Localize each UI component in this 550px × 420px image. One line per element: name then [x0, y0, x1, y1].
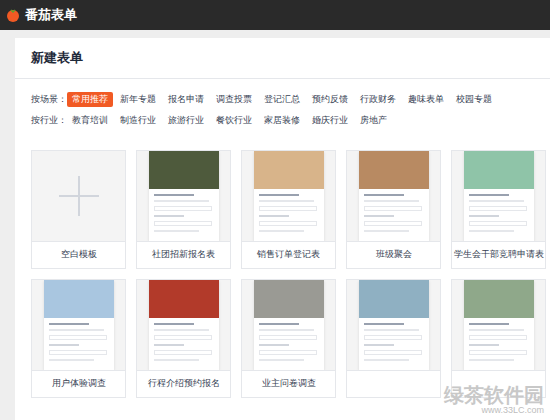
template-label: 班级聚会	[347, 241, 440, 268]
template-row: 用户体验调查行程介绍预约报名业主问卷调查	[31, 279, 550, 398]
tomato-logo-icon	[6, 8, 20, 22]
filter-tab[interactable]: 旅游行业	[163, 113, 209, 129]
template-label: 销售订单登记表	[242, 241, 335, 268]
template-card[interactable]	[346, 279, 441, 398]
template-label: 学生会干部竞聘申请表	[452, 241, 545, 268]
filter-tab[interactable]: 趣味表单	[403, 92, 449, 108]
filter-tab[interactable]: 行政财务	[355, 92, 401, 108]
industry-filter: 按行业：教育培训制造行业旅游行业餐饮行业家居装修婚庆行业房地产	[31, 112, 534, 130]
template-row: 空白模板社团招新报名表销售订单登记表班级聚会学生会干部竞聘申请表	[31, 150, 550, 269]
filter-tab[interactable]: 新年专题	[115, 92, 161, 108]
page-title: 新建表单	[15, 38, 550, 79]
filter-tab[interactable]: 预约反馈	[307, 92, 353, 108]
template-label: 业主问卷调查	[242, 370, 335, 397]
watermark: 绿茶软件园www.33LC.com	[444, 385, 544, 416]
template-label: 用户体验调查	[32, 370, 125, 397]
template-preview	[137, 280, 230, 370]
template-label: 空白模板	[32, 241, 125, 268]
filter-label: 按场景：	[31, 93, 67, 107]
filter-tab[interactable]: 制造行业	[115, 113, 161, 129]
filter-tab[interactable]: 教育培训	[67, 113, 113, 129]
template-preview	[242, 280, 335, 370]
filter-tab[interactable]: 房地产	[355, 113, 392, 129]
template-preview	[137, 151, 230, 241]
template-card[interactable]: 销售订单登记表	[241, 150, 336, 269]
top-bar: 番茄表单	[0, 0, 550, 30]
filter-tab[interactable]: 婚庆行业	[307, 113, 353, 129]
filter-tab[interactable]: 调查投票	[211, 92, 257, 108]
template-label	[347, 370, 440, 397]
template-preview	[32, 280, 125, 370]
filter-label: 按行业：	[31, 114, 67, 128]
template-card[interactable]: 行程介绍预约报名	[136, 279, 231, 398]
template-label: 社团招新报名表	[137, 241, 230, 268]
scene-filter: 按场景：常用推荐新年专题报名申请调查投票登记汇总预约反馈行政财务趣味表单校园专题	[31, 91, 534, 109]
plus-icon	[59, 176, 99, 216]
template-card[interactable]: 空白模板	[31, 150, 126, 269]
template-preview	[452, 280, 545, 370]
template-card[interactable]	[451, 279, 546, 398]
template-grid: 空白模板社团招新报名表销售订单登记表班级聚会学生会干部竞聘申请表用户体验调查行程…	[15, 130, 550, 398]
filter-tab[interactable]: 校园专题	[451, 92, 497, 108]
template-card[interactable]: 学生会干部竞聘申请表	[451, 150, 546, 269]
app-title: 番茄表单	[25, 5, 77, 25]
filter-tab[interactable]: 家居装修	[259, 113, 305, 129]
filter-tab[interactable]: 常用推荐	[67, 92, 113, 108]
filter-tab[interactable]: 登记汇总	[259, 92, 305, 108]
template-label: 行程介绍预约报名	[137, 370, 230, 397]
template-card[interactable]: 用户体验调查	[31, 279, 126, 398]
main-panel: 新建表单按场景：常用推荐新年专题报名申请调查投票登记汇总预约反馈行政财务趣味表单…	[15, 38, 550, 420]
filter-tab[interactable]: 报名申请	[163, 92, 209, 108]
template-card[interactable]: 业主问卷调查	[241, 279, 336, 398]
filter-tab[interactable]: 餐饮行业	[211, 113, 257, 129]
template-preview	[347, 280, 440, 370]
template-preview	[452, 151, 545, 241]
template-card[interactable]: 社团招新报名表	[136, 150, 231, 269]
template-preview	[242, 151, 335, 241]
template-preview	[347, 151, 440, 241]
app-window: 番茄表单新建表单按场景：常用推荐新年专题报名申请调查投票登记汇总预约反馈行政财务…	[0, 0, 550, 420]
template-preview	[32, 151, 125, 241]
template-card[interactable]: 班级聚会	[346, 150, 441, 269]
